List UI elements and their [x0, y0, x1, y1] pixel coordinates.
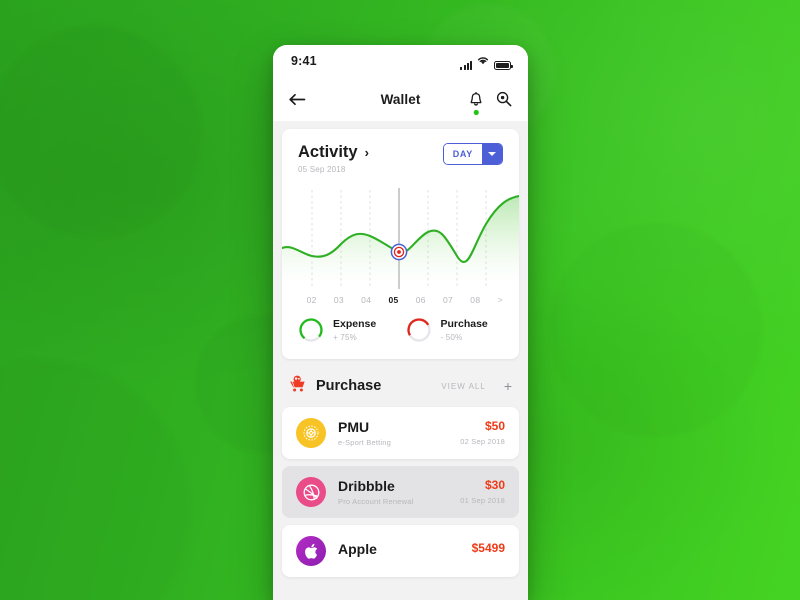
row-date: 02 Sep 2018 [460, 437, 505, 447]
purchase-section-title: Purchase [316, 378, 382, 394]
status-bar-time: 9:41 [291, 54, 317, 68]
axis-tick[interactable]: 06 [407, 295, 434, 305]
activity-header: Activity › 05 Sep 2018 DAY [282, 143, 519, 174]
row-title: Dribbble [338, 477, 395, 494]
row-text: PMU e-Sport Betting [338, 419, 448, 447]
row-amount: $50 [484, 418, 505, 433]
apple-logo-icon [296, 536, 326, 566]
battery-icon [494, 61, 513, 70]
axis-tick[interactable]: 08 [462, 295, 489, 305]
table-row[interactable]: PMU e-Sport Betting $50 02 Sep 2018 [282, 407, 519, 459]
row-title: PMU [338, 418, 370, 435]
shopping-cart-icon [289, 375, 307, 397]
period-selector[interactable]: DAY [442, 143, 503, 165]
plus-icon[interactable]: + [504, 379, 512, 393]
row-amount: $5499 [471, 541, 505, 556]
purchase-progress-ring [406, 318, 431, 342]
activity-title[interactable]: Activity › [298, 143, 369, 162]
row-title: Apple [338, 541, 377, 558]
activity-title-text: Activity [298, 143, 358, 161]
purchase-list: PMU e-Sport Betting $50 02 Sep 2018 Drib… [273, 407, 528, 577]
search-button[interactable] [496, 91, 512, 107]
phone-mockup: 9:41 Wallet Activity › 05 Sep 2018 DAY 0… [273, 45, 528, 600]
view-all-button[interactable]: VIEW ALL [441, 382, 485, 391]
dribbble-logo-icon [296, 477, 326, 507]
axis-tick[interactable]: 07 [434, 295, 461, 305]
row-meta: $50 02 Sep 2018 [460, 418, 505, 447]
header-actions [469, 91, 512, 115]
row-date: 01 Sep 2018 [460, 496, 505, 506]
activity-chart[interactable] [282, 186, 519, 291]
row-text: Dribbble Pro Account Renewal [338, 478, 448, 506]
notification-dot-icon [473, 110, 479, 115]
chevron-down-icon[interactable] [482, 144, 502, 164]
axis-next-chevron-icon[interactable]: > [489, 295, 503, 305]
activity-legend: Expense + 75% Purchase - 50% [282, 305, 519, 359]
period-selector-label: DAY [443, 144, 482, 164]
activity-chart-svg [282, 188, 519, 291]
row-meta: $30 01 Sep 2018 [460, 477, 505, 506]
axis-tick[interactable]: 04 [353, 295, 380, 305]
row-text: Apple [338, 541, 460, 560]
table-row[interactable]: Apple $5499 [282, 525, 519, 577]
legend-item-expense: Expense + 75% [298, 317, 396, 343]
signal-bars-icon [460, 61, 472, 70]
wifi-icon [477, 52, 489, 70]
notification-button[interactable] [469, 91, 483, 115]
legend-value: - 50% [440, 332, 463, 342]
row-amount: $30 [484, 477, 505, 492]
status-bar: 9:41 [273, 45, 528, 77]
legend-label: Expense [333, 318, 377, 331]
chart-area-fill [282, 196, 519, 291]
row-meta: $5499 [471, 541, 505, 560]
status-bar-icons [460, 52, 513, 70]
activity-title-group: Activity › 05 Sep 2018 [298, 143, 369, 174]
legend-expense-text: Expense + 75% [333, 318, 376, 341]
legend-label: Purchase [440, 318, 488, 331]
chart-x-axis: 02 03 04 05 06 07 08 > [282, 291, 519, 305]
target-marker-icon[interactable] [390, 243, 408, 261]
chevron-right-icon: › [364, 145, 369, 160]
legend-value: + 75% [333, 332, 357, 342]
axis-tick[interactable]: 03 [325, 295, 352, 305]
activity-date: 05 Sep 2018 [298, 165, 346, 174]
row-subtitle: Pro Account Renewal [338, 497, 414, 507]
activity-card: Activity › 05 Sep 2018 DAY 02 03 04 05 0… [282, 129, 519, 359]
legend-purchase-text: Purchase - 50% [441, 318, 488, 341]
axis-tick-active[interactable]: 05 [380, 295, 407, 305]
expense-progress-ring [299, 318, 323, 342]
app-header: Wallet [273, 77, 528, 121]
row-subtitle: e-Sport Betting [338, 438, 392, 448]
purchase-section-header: Purchase VIEW ALL + [273, 359, 528, 407]
legend-item-purchase: Purchase - 50% [406, 317, 504, 343]
axis-tick[interactable]: 02 [298, 295, 325, 305]
pmu-logo-icon [296, 418, 326, 448]
table-row[interactable]: Dribbble Pro Account Renewal $30 01 Sep … [282, 466, 519, 518]
